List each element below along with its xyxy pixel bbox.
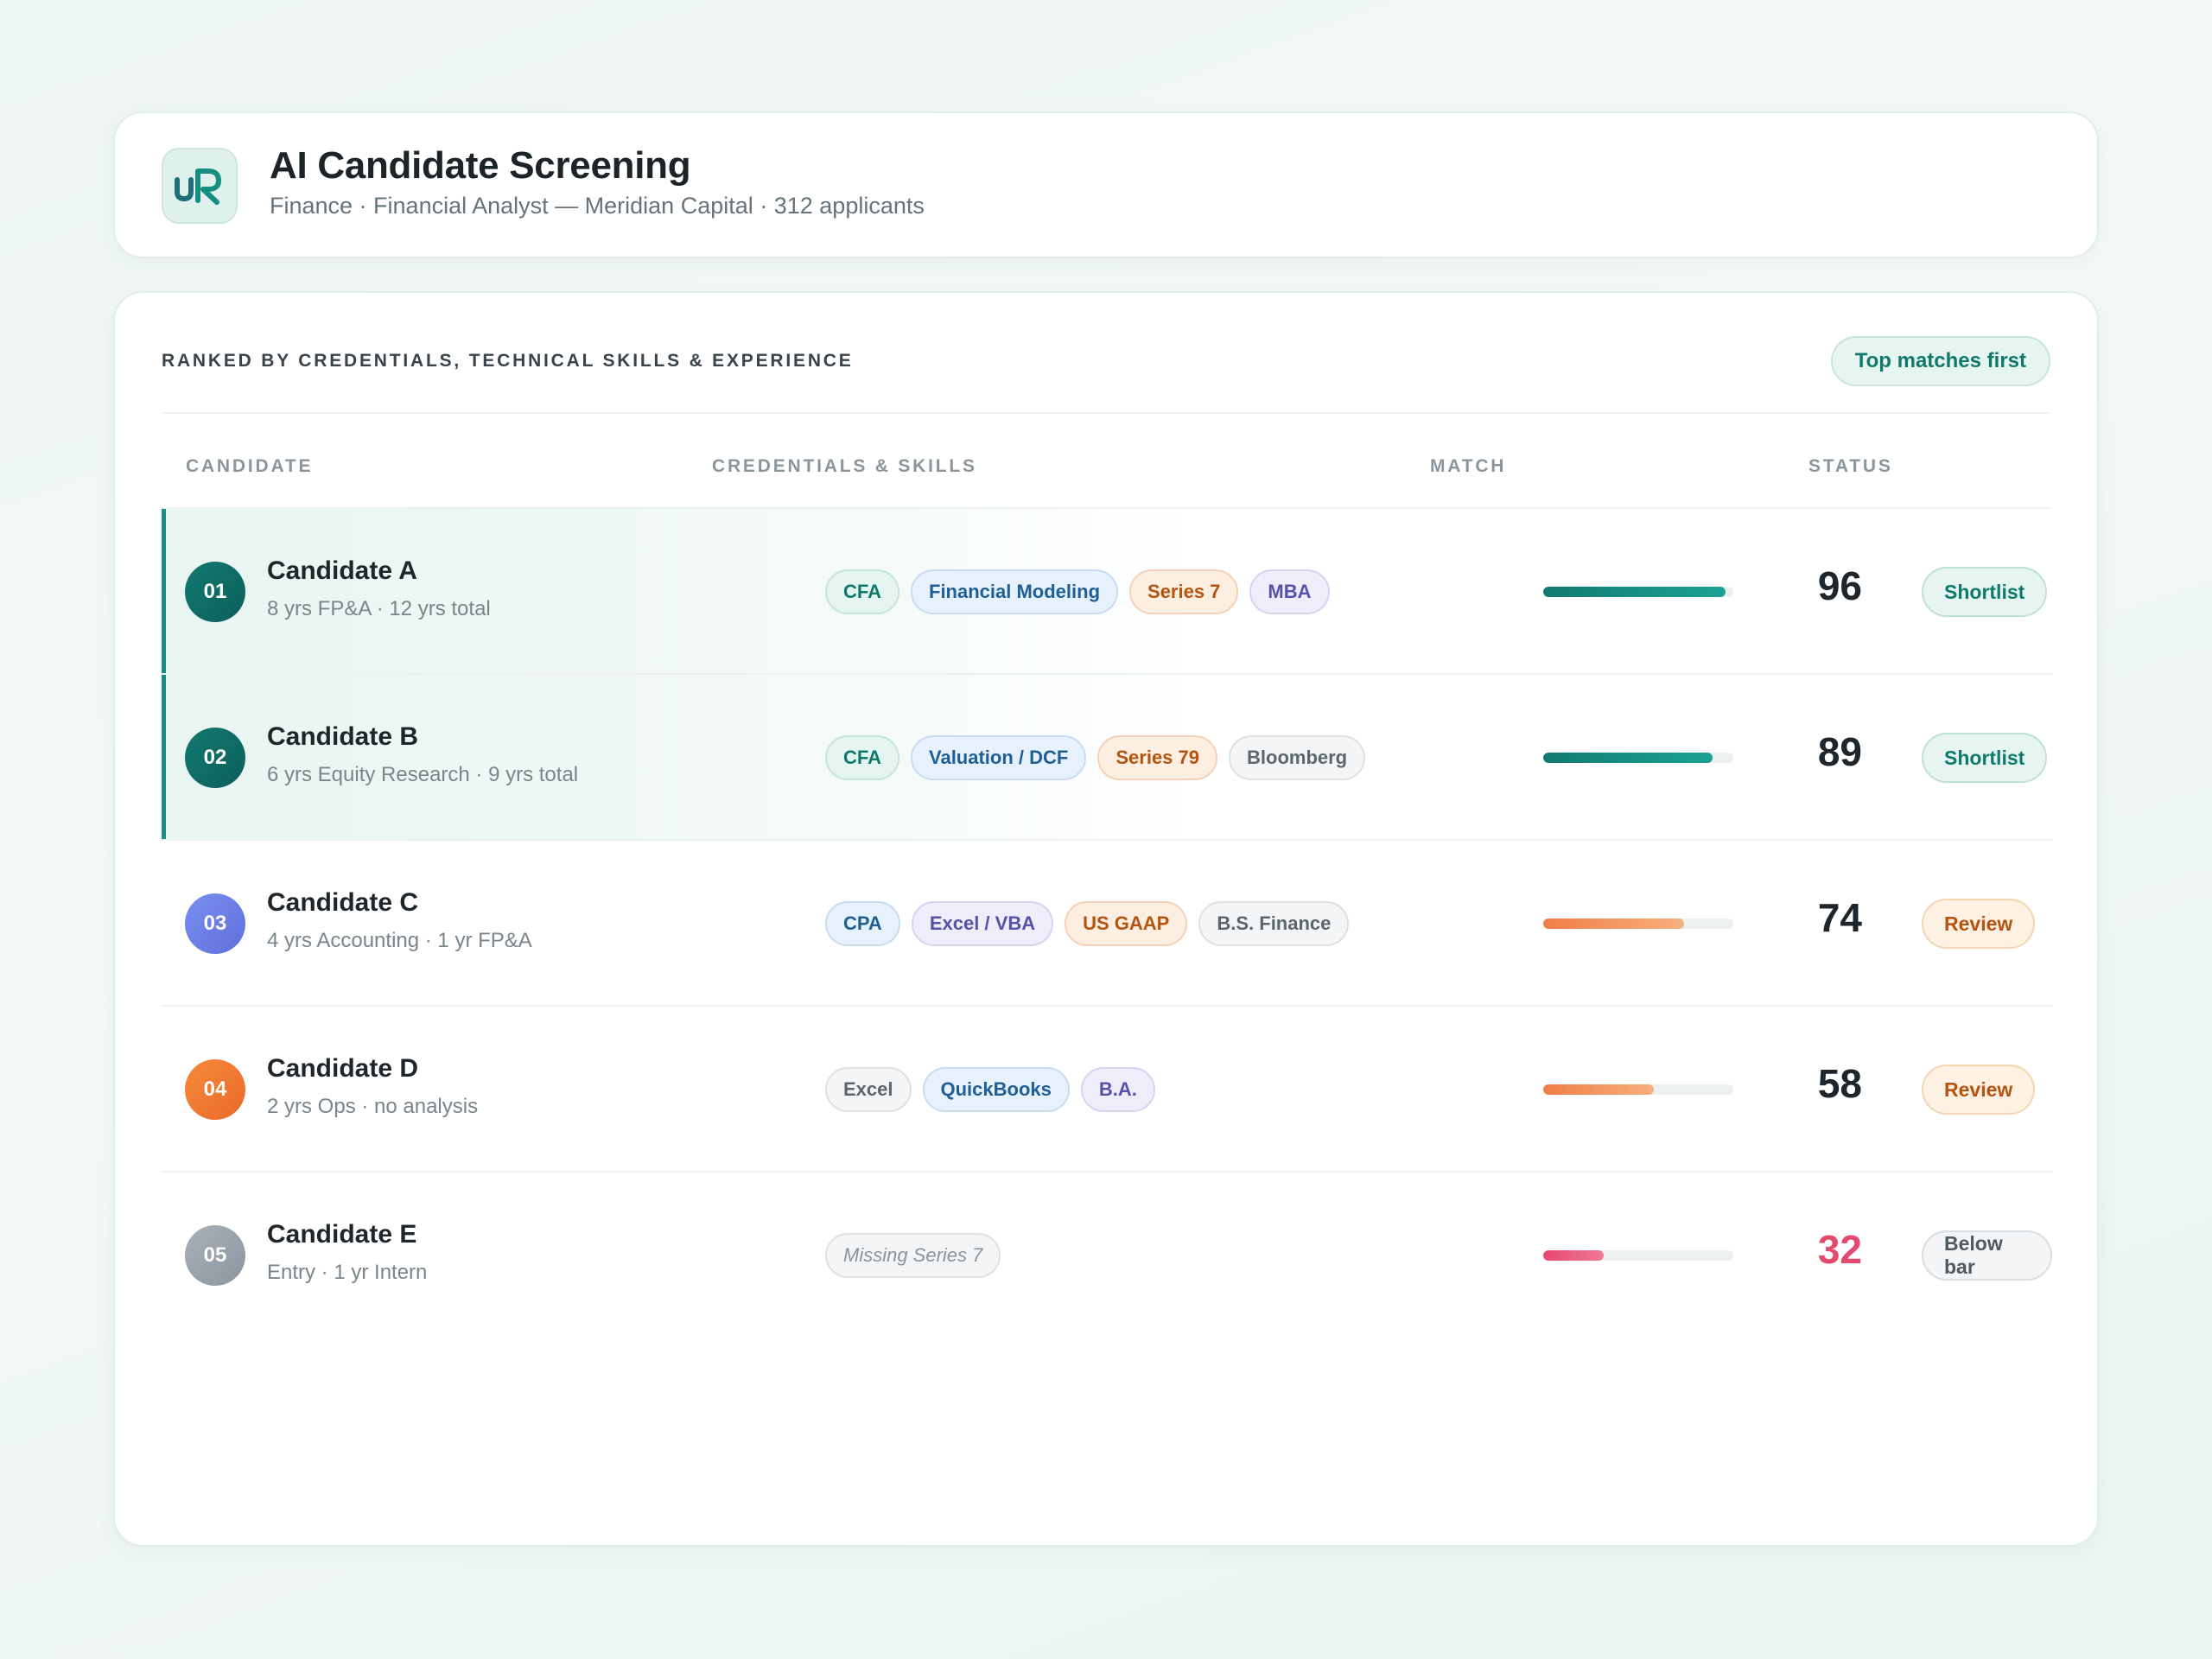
skill-chip: Excel / VBA: [911, 901, 1054, 946]
skill-chip: QuickBooks: [922, 1067, 1070, 1112]
skill-chip: Bloomberg: [1229, 735, 1366, 780]
skill-chip: Series 7: [1129, 569, 1239, 614]
rank-badge: 02: [185, 728, 245, 788]
ranking-panel: RANKED BY CREDENTIALS, TECHNICAL SKILLS …: [113, 291, 2099, 1547]
skill-chip: CFA: [825, 569, 899, 614]
table-row[interactable]: 05 Candidate E Entry · 1 yr Intern Missing …: [162, 1173, 2052, 1338]
match-score: 74: [1817, 895, 1862, 940]
status-badge[interactable]: Review: [1922, 899, 2036, 949]
match-bar-fill: [1543, 1250, 1605, 1261]
logo-mark-icon: [175, 168, 221, 205]
skill-chip: B.S. Finance: [1198, 901, 1350, 946]
page-subtitle: Finance · Financial Analyst — Meridian C…: [270, 193, 925, 219]
candidate-name[interactable]: Candidate C: [267, 888, 418, 918]
match-score: 32: [1817, 1227, 1862, 1272]
match-score: 58: [1817, 1061, 1862, 1106]
rank-badge: 04: [185, 1059, 245, 1120]
skill-chip-list: Excel QuickBooks B.A.: [825, 1007, 1155, 1173]
app-logo: [162, 148, 238, 224]
table-row[interactable]: 03 Candidate C 4 yrs Accounting · 1 yr FP&…: [162, 841, 2052, 1007]
skill-chip: Excel: [825, 1067, 912, 1112]
header-card: AI Candidate Screening Finance · Financi…: [113, 111, 2099, 258]
candidate-experience: 8 yrs FP&A · 12 yrs total: [267, 597, 491, 620]
skill-chip: Missing Series 7: [825, 1233, 1001, 1278]
skill-chip: Valuation / DCF: [911, 735, 1087, 780]
status-badge[interactable]: Shortlist: [1922, 567, 2048, 617]
match-score: 89: [1817, 729, 1862, 774]
skill-chip: Financial Modeling: [911, 569, 1119, 614]
match-bar-fill: [1543, 1084, 1654, 1095]
skill-chip-list: Missing Series 7: [825, 1173, 1001, 1338]
column-header-status[interactable]: STATUS: [1808, 456, 1893, 477]
skill-chip-list: CFA Financial Modeling Series 7 MBA: [825, 509, 1330, 675]
page-title: AI Candidate Screening: [270, 144, 691, 187]
divider: [162, 412, 2050, 414]
candidate-experience: 4 yrs Accounting · 1 yr FP&A: [267, 929, 532, 952]
skill-chip: CFA: [825, 735, 899, 780]
column-header-match[interactable]: MATCH: [1430, 456, 1506, 477]
candidate-name[interactable]: Candidate B: [267, 722, 418, 752]
candidate-experience: 2 yrs Ops · no analysis: [267, 1095, 479, 1118]
candidate-name[interactable]: Candidate E: [267, 1220, 416, 1249]
section-title: RANKED BY CREDENTIALS, TECHNICAL SKILLS …: [162, 351, 854, 371]
rank-badge: 05: [185, 1225, 245, 1286]
skill-chip-list: CFA Valuation / DCF Series 79 Bloomberg: [825, 675, 1366, 841]
skill-chip: MBA: [1249, 569, 1330, 614]
table-row[interactable]: 04 Candidate D 2 yrs Ops · no analysis Exce…: [162, 1007, 2052, 1173]
table-row[interactable]: 01 Candidate A 8 yrs FP&A · 12 yrs total CF…: [162, 509, 2052, 675]
candidate-name[interactable]: Candidate A: [267, 556, 417, 586]
skill-chip: B.A.: [1080, 1067, 1155, 1112]
status-badge[interactable]: Below bar: [1922, 1230, 2052, 1281]
candidate-experience: Entry · 1 yr Intern: [267, 1261, 428, 1284]
status-badge[interactable]: Shortlist: [1922, 733, 2048, 783]
rank-badge: 03: [185, 893, 245, 954]
candidate-experience: 6 yrs Equity Research · 9 yrs total: [267, 763, 579, 786]
rank-badge: 01: [185, 562, 245, 622]
skill-chip-list: CPA Excel / VBA US GAAP B.S. Finance: [825, 841, 1350, 1007]
status-badge[interactable]: Review: [1922, 1065, 2036, 1115]
sort-button[interactable]: Top matches first: [1830, 336, 2050, 386]
skill-chip: Series 79: [1097, 735, 1217, 780]
column-header-skills[interactable]: CREDENTIALS & SKILLS: [712, 456, 977, 477]
skill-chip: US GAAP: [1065, 901, 1188, 946]
match-score: 96: [1817, 563, 1862, 608]
table-row[interactable]: 02 Candidate B 6 yrs Equity Research · 9 y…: [162, 675, 2052, 841]
skill-chip: CPA: [825, 901, 900, 946]
column-header-candidate[interactable]: CANDIDATE: [186, 456, 313, 477]
candidate-name[interactable]: Candidate D: [267, 1054, 418, 1084]
